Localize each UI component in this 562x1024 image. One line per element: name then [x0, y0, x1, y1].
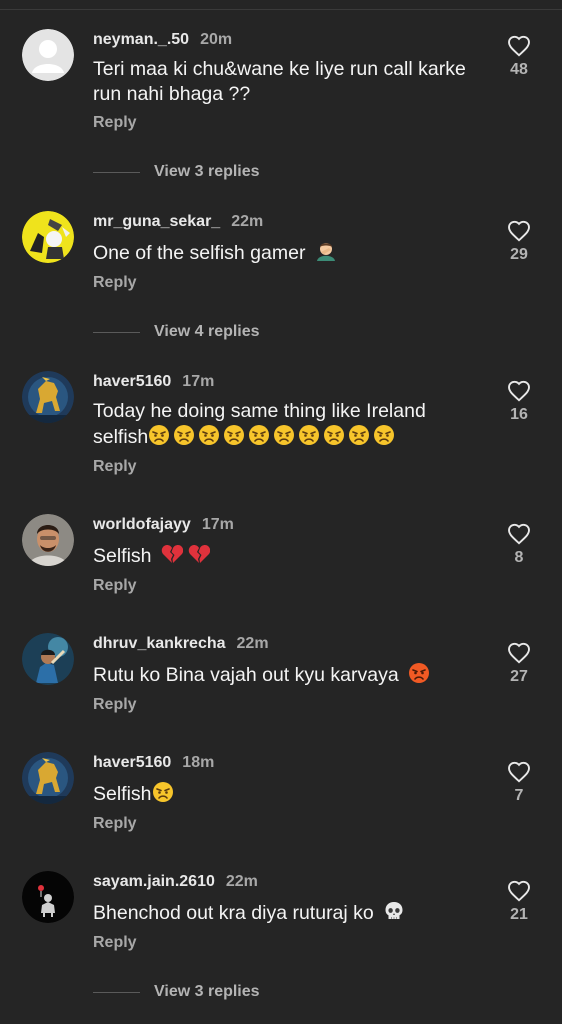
man-facepalming-emoji	[315, 240, 337, 262]
dark-figure-avatar[interactable]	[22, 871, 74, 923]
comment-username[interactable]: dhruv_kankrecha	[93, 635, 226, 653]
golden-horse-avatar[interactable]	[22, 752, 74, 804]
golden-horse-avatar[interactable]	[22, 371, 74, 423]
reply-button[interactable]: Reply	[93, 696, 137, 714]
view-replies-label: View 3 replies	[154, 983, 260, 1000]
comment-text-line: One of the selfish gamer	[93, 242, 306, 264]
angry-face-emoji	[223, 424, 245, 446]
like-count: 29	[510, 246, 528, 263]
reply-button[interactable]: Reply	[93, 577, 137, 595]
like-button[interactable]: 7	[497, 761, 541, 805]
divider-line	[93, 991, 140, 993]
comment-text: Rutu ko Bina vajah out kyu karvaya	[93, 662, 493, 688]
angry-face-emoji	[198, 424, 220, 446]
view-replies-button[interactable]: View 3 replies	[93, 981, 260, 1003]
comment-text-line: run nahi bhaga ??	[93, 83, 251, 105]
angry-face-emoji	[248, 424, 270, 446]
yellow-cartoon-avatar[interactable]	[22, 211, 74, 263]
broken-heart-emoji-row	[157, 543, 211, 567]
heart-outline-icon	[508, 220, 530, 242]
heart-outline-icon	[508, 761, 530, 783]
comment-text: Today he doing same thing like Ireland s…	[93, 399, 493, 450]
comment-time: 17m	[182, 373, 215, 390]
angry-face-emoji	[173, 424, 195, 446]
angry-face-emoji	[148, 424, 170, 446]
reply-button[interactable]: Reply	[93, 114, 137, 132]
heart-outline-icon	[508, 523, 530, 545]
comment-text: Selfish	[93, 781, 493, 807]
like-count: 7	[514, 787, 524, 804]
like-count: 27	[510, 668, 528, 685]
comment-username[interactable]: mr_guna_sekar_	[93, 213, 220, 231]
divider-line	[93, 171, 140, 173]
like-button[interactable]: 21	[497, 880, 541, 924]
heart-outline-icon	[508, 35, 530, 57]
comment-text-line: Selfish	[93, 545, 152, 567]
reply-button[interactable]: Reply	[93, 458, 137, 476]
top-divider	[0, 9, 562, 10]
divider-line	[93, 331, 140, 333]
broken-heart-emoji	[188, 543, 211, 565]
heart-outline-icon	[508, 380, 530, 402]
comment-text-line: Today he doing same thing like Ireland	[93, 400, 426, 422]
like-button[interactable]: 29	[497, 220, 541, 264]
reply-button[interactable]: Reply	[93, 274, 137, 292]
comment-time: 18m	[182, 754, 215, 771]
angry-face-emoji	[373, 424, 395, 446]
like-count: 8	[514, 549, 524, 566]
default-avatar-icon[interactable]	[22, 29, 74, 81]
comment-text-line: Rutu ko Bina vajah out kyu karvaya	[93, 664, 399, 686]
comment-username[interactable]: worldofajayy	[93, 516, 191, 534]
comment-text: One of the selfish gamer	[93, 240, 493, 266]
comment-text-line: selfish	[93, 426, 149, 448]
comment-username[interactable]: neyman._.50	[93, 31, 189, 49]
comment-time: 17m	[201, 516, 234, 533]
comment-username[interactable]: sayam.jain.2610	[93, 873, 215, 891]
like-button[interactable]: 16	[497, 380, 541, 424]
like-count: 48	[510, 61, 528, 78]
comment-text: Selfish	[93, 543, 493, 569]
comment-username[interactable]: haver5160	[93, 754, 171, 772]
comment-time: 22m	[236, 635, 269, 652]
angry-face-emoji	[348, 424, 370, 446]
angry-face-emoji	[323, 424, 345, 446]
heart-outline-icon	[508, 880, 530, 902]
reply-button[interactable]: Reply	[93, 934, 137, 952]
comment-text-line: Bhenchod out kra diya ruturaj ko	[93, 902, 374, 924]
like-button[interactable]: 8	[497, 523, 541, 567]
view-replies-label: View 4 replies	[154, 323, 260, 340]
man-photo-avatar[interactable]	[22, 514, 74, 566]
broken-heart-emoji	[161, 543, 183, 565]
view-replies-label: View 3 replies	[154, 163, 260, 180]
comment-text-line: Selfish	[93, 783, 152, 805]
comment-time: 20m	[200, 31, 233, 48]
like-count: 21	[510, 906, 528, 923]
cricketer-avatar[interactable]	[22, 633, 74, 685]
like-button[interactable]: 48	[497, 35, 541, 79]
comment-text: Teri maa ki chu&wane ke liye run call ka…	[93, 57, 493, 107]
pouting-face-emoji	[408, 662, 430, 684]
angry-face-emoji	[152, 781, 174, 803]
heart-outline-icon	[508, 642, 530, 664]
comment-time: 22m	[231, 213, 264, 230]
view-replies-button[interactable]: View 3 replies	[93, 161, 260, 183]
angry-face-emoji	[273, 424, 295, 446]
view-replies-button[interactable]: View 4 replies	[93, 321, 260, 343]
comment-text-line: Teri maa ki chu&wane ke liye run call ka…	[93, 58, 466, 80]
reply-button[interactable]: Reply	[93, 815, 137, 833]
angry-face-emoji	[298, 424, 320, 446]
like-count: 16	[510, 406, 528, 423]
comment-username[interactable]: haver5160	[93, 373, 171, 391]
comment-time: 22m	[225, 873, 258, 890]
like-button[interactable]: 27	[497, 642, 541, 686]
angry-emoji-row	[148, 424, 398, 448]
comment-text: Bhenchod out kra diya ruturaj ko	[93, 900, 493, 926]
skull-emoji	[383, 900, 405, 922]
